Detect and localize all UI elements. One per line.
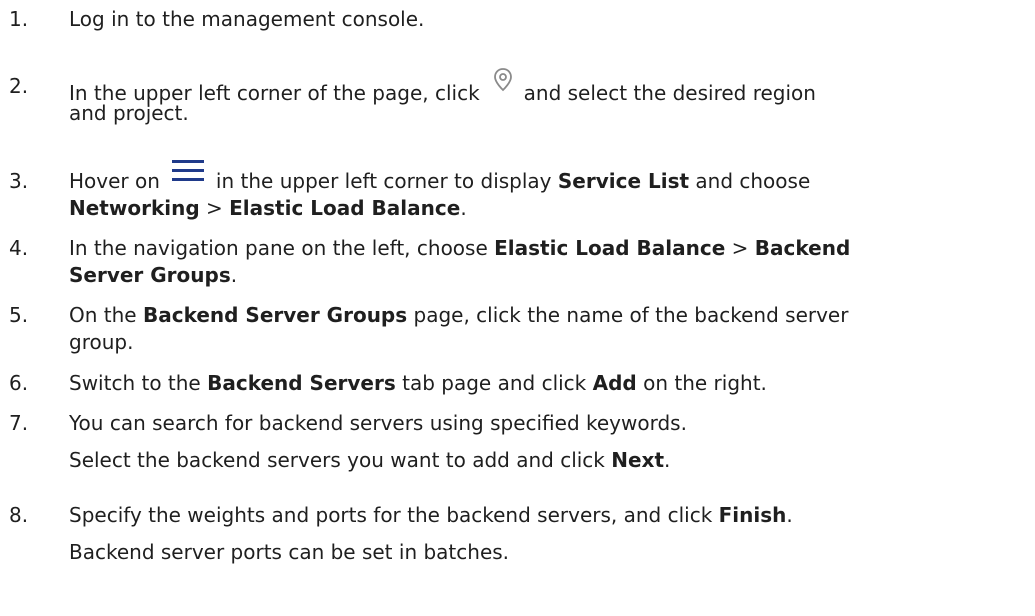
step-text-segment: In the navigation pane on the left, choo…	[69, 236, 495, 260]
step-text-segment: Switch to the	[69, 371, 208, 395]
step-line: Specify the weights and ports for the ba…	[69, 502, 1031, 529]
step-number: 3.	[9, 169, 29, 193]
step-line: You can search for backend servers using…	[69, 411, 687, 435]
step-text-segment: .	[664, 448, 671, 472]
step-text-segment: tab page and click	[395, 371, 593, 395]
step-text: In the upper left corner of the page, cl…	[69, 68, 1031, 127]
ui-term: Elastic Load Balance	[494, 236, 726, 260]
step-text: You can search for backend servers using…	[69, 410, 1031, 474]
step-text: Switch to the Backend Servers tab page a…	[69, 370, 1031, 397]
step-text-segment: on the right.	[636, 371, 767, 395]
ui-term: Server Groups	[69, 263, 231, 287]
step-text-segment: .	[460, 196, 467, 220]
ui-term: Finish	[718, 503, 787, 527]
step-line: In the navigation pane on the left, choo…	[69, 235, 1031, 262]
step-text-segment: and select the desired region	[523, 81, 816, 105]
step-line: Hover on in the upper left corner to disp…	[69, 160, 1031, 195]
step-text: Log in to the management console.	[69, 6, 1031, 33]
step-number: 1.	[9, 7, 29, 31]
step-number: 6.	[9, 371, 29, 395]
ui-term: Backend Server Groups	[142, 303, 408, 327]
step-text-segment: and choose	[689, 169, 811, 193]
ui-term: Elastic Load Balance	[229, 196, 461, 220]
step-text: On the Backend Server Groups page, click…	[69, 302, 1031, 356]
step-number: 5.	[9, 303, 29, 327]
step-number: 8.	[9, 503, 29, 527]
step-text: In the navigation pane on the left, choo…	[69, 235, 1031, 289]
step-text-segment: .	[230, 263, 238, 287]
ui-term: Service List	[557, 169, 690, 193]
step-line: Networking > Elastic Load Balance.	[69, 195, 1031, 222]
step-text-segment: On the	[69, 303, 143, 327]
step-text-segment: .	[786, 503, 793, 527]
step-number: 4.	[9, 236, 29, 260]
step-text-segment: page, click the name of the backend serv…	[407, 303, 849, 327]
step-line: Log in to the management console.	[69, 7, 425, 31]
step-text-segment: >	[725, 236, 755, 260]
ui-term: Networking	[69, 196, 200, 220]
location-pin-icon	[488, 68, 518, 103]
step-line: Select the backend servers you want to a…	[69, 447, 1031, 474]
step-number: 2.	[9, 74, 29, 98]
step-text: Hover on in the upper left corner to disp…	[69, 160, 1031, 222]
step-line: In the upper left corner of the page, cl…	[69, 68, 1031, 105]
step-line: Backend server ports can be set in batch…	[69, 540, 510, 564]
ui-term: Next	[611, 448, 665, 472]
step-text-segment: Hover on	[69, 169, 160, 193]
step-number: 7.	[9, 411, 29, 435]
ui-term: Backend Servers	[207, 371, 396, 395]
step-line: group.	[69, 330, 134, 354]
step-text-segment: >	[199, 196, 230, 220]
step-text: Specify the weights and ports for the ba…	[69, 502, 1031, 566]
step-text-segment: Select the backend servers you want to a…	[69, 448, 612, 472]
step-text-segment: Specify the weights and ports for the ba…	[69, 503, 719, 527]
hamburger-menu-icon	[170, 160, 206, 195]
ui-term: Add	[592, 371, 637, 395]
ui-term: Backend	[754, 236, 851, 260]
step-line: On the Backend Server Groups page, click…	[69, 302, 1031, 329]
step-line: Server Groups.	[69, 262, 1031, 289]
step-line: Switch to the Backend Servers tab page a…	[69, 370, 1031, 397]
step-text-segment: in the upper left corner to display	[215, 169, 558, 193]
